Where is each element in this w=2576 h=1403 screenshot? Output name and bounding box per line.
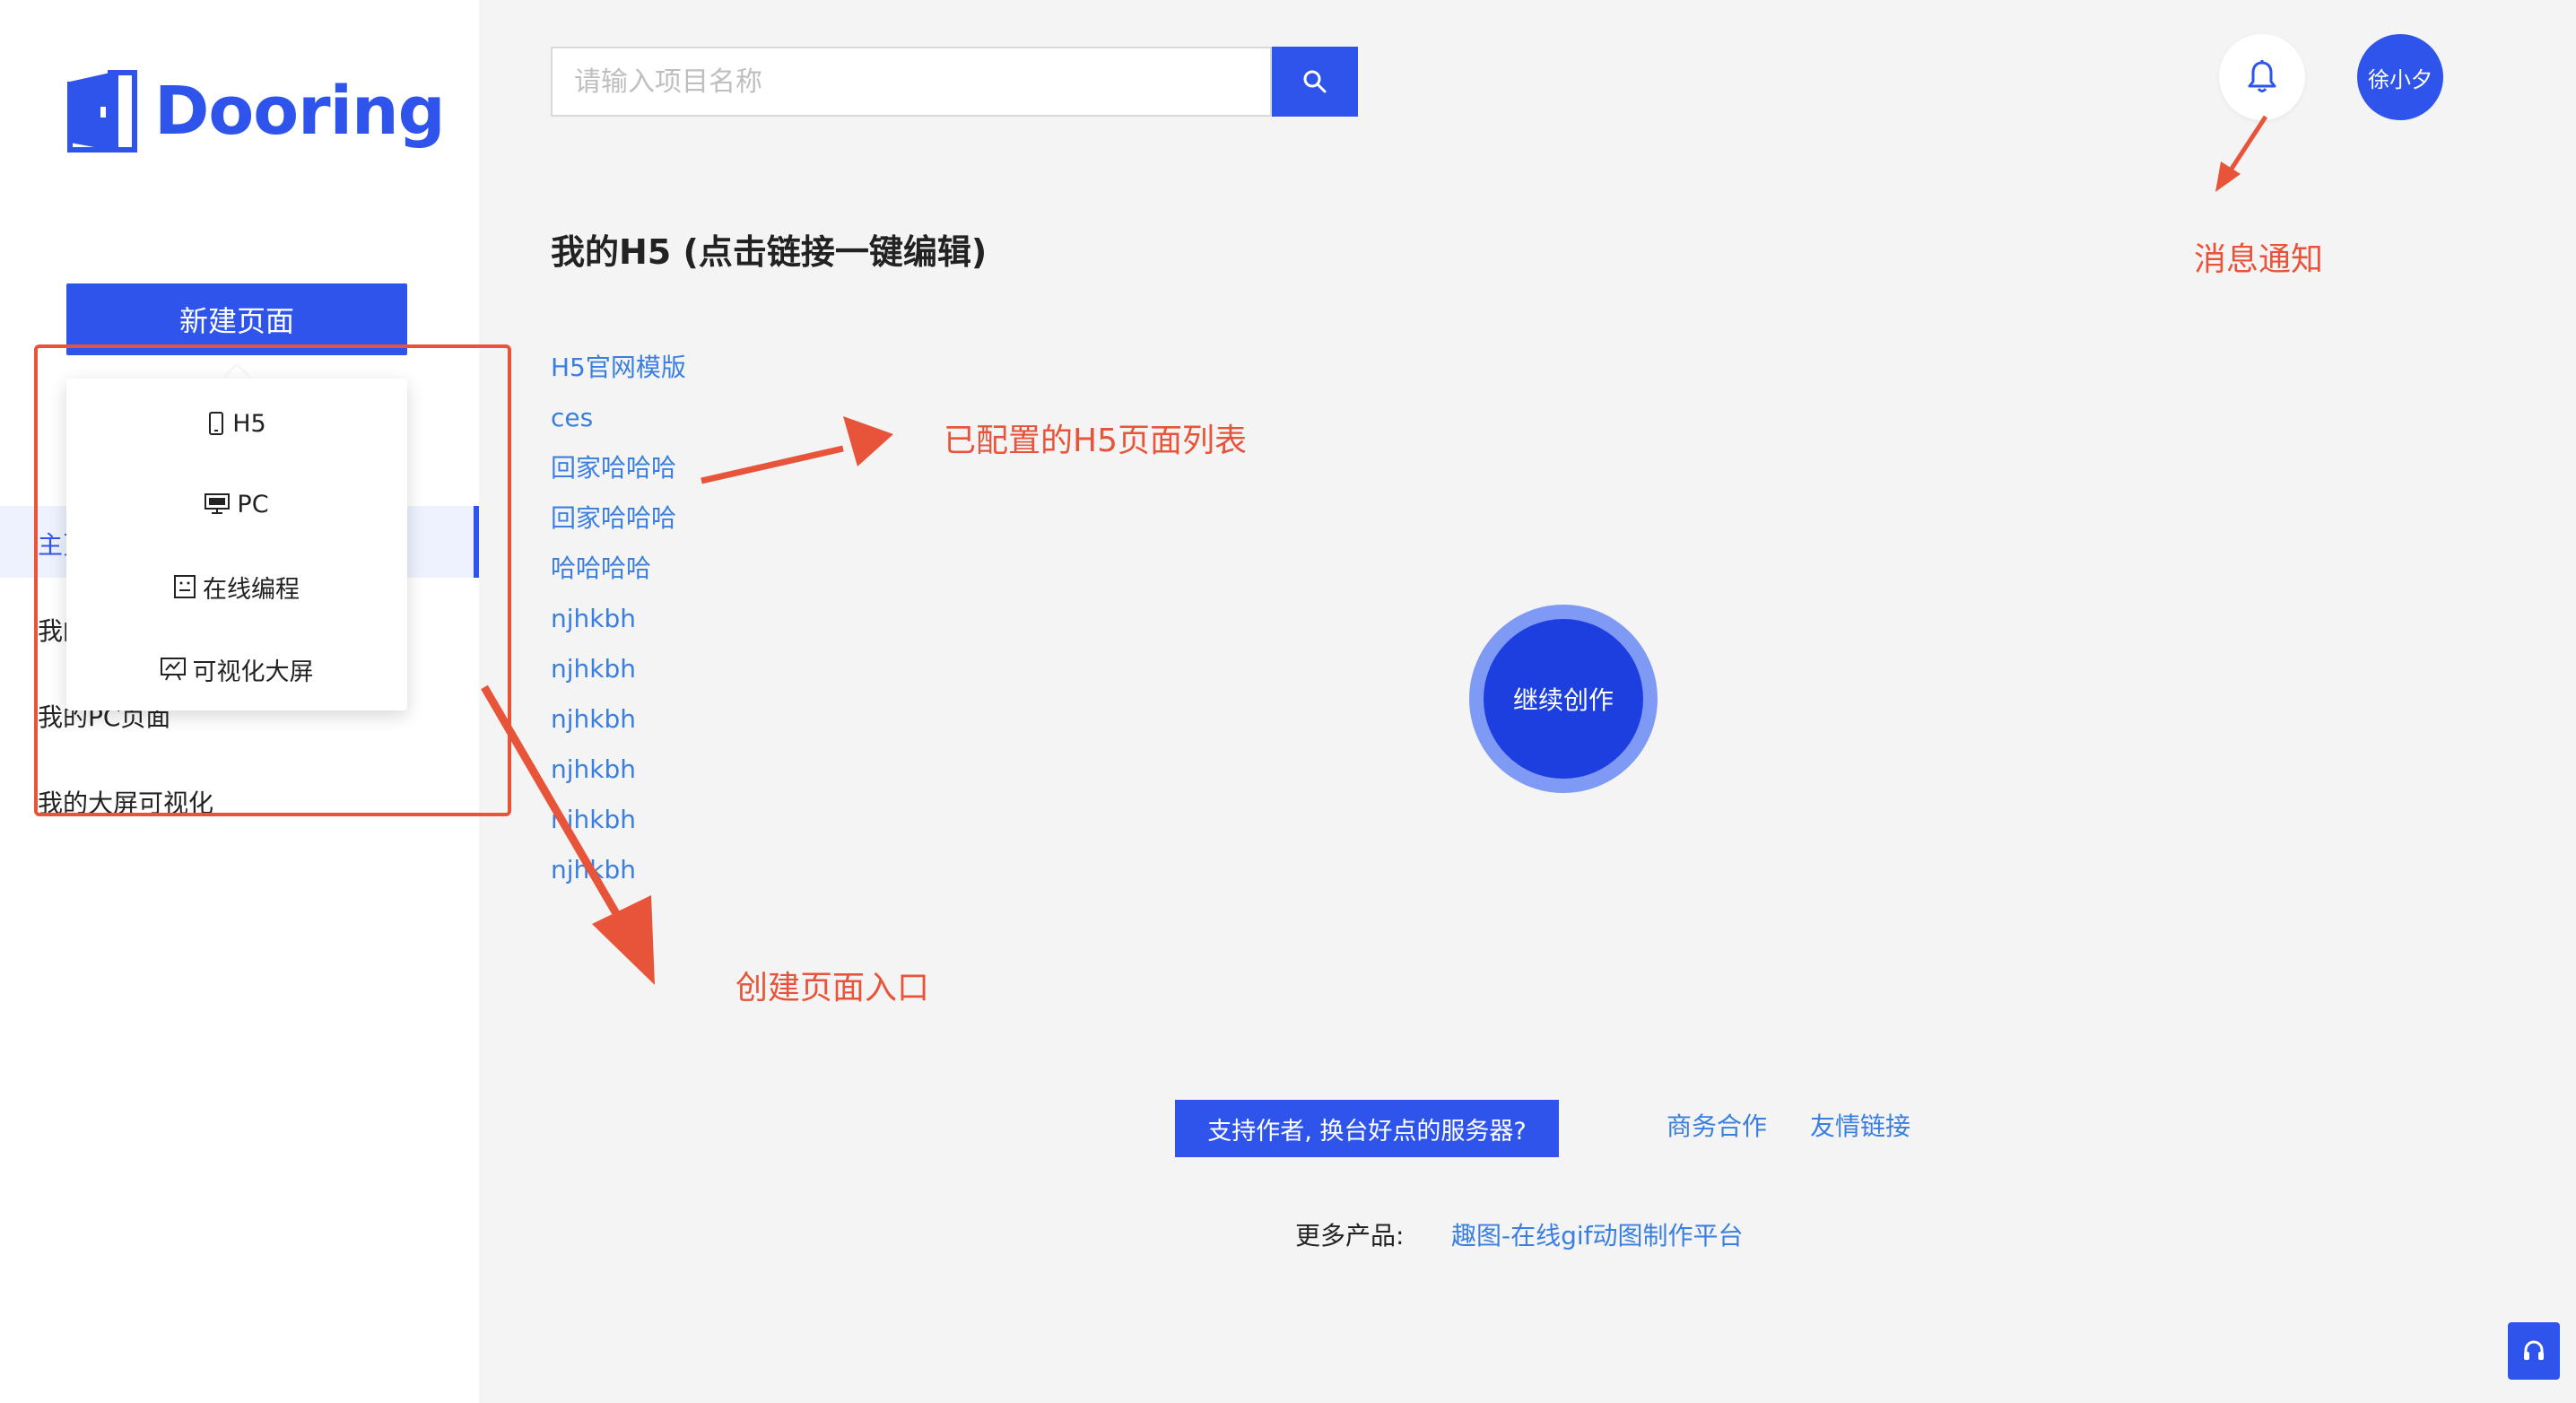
page-list-arrow (701, 416, 893, 484)
create-entry-annotation: 创建页面入口 (735, 970, 930, 1006)
business-link[interactable]: 商务合作 (1667, 1107, 1767, 1143)
page-link[interactable]: njhkbh (551, 594, 686, 644)
search-input[interactable] (551, 47, 1272, 117)
page-link[interactable]: 回家哈哈哈 (551, 493, 686, 544)
notification-annotation: 消息通知 (2194, 241, 2324, 278)
create-entry-annotation-box (34, 344, 511, 816)
friend-links-link[interactable]: 友情链接 (1810, 1107, 1910, 1143)
headset-icon (2524, 1340, 2544, 1360)
bell-icon (2248, 60, 2276, 92)
page-link[interactable]: njhkbh (551, 694, 686, 745)
more-products-label: 更多产品: (1295, 1221, 1405, 1250)
product-link[interactable]: 趣图-在线gif动图制作平台 (1451, 1216, 1744, 1252)
continue-create-button[interactable]: 继续创作 (1484, 619, 1643, 779)
page-link[interactable]: njhkbh (551, 795, 686, 845)
page-link[interactable]: njhkbh (551, 845, 686, 895)
h5-page-list: H5官网模版 ces 回家哈哈哈 回家哈哈哈 哈哈哈哈 njhkbh njhkb… (551, 343, 686, 895)
page-link[interactable]: njhkbh (551, 644, 686, 694)
page-link[interactable]: njhkbh (551, 745, 686, 795)
support-author-button[interactable]: 支持作者, 换台好点的服务器? (1175, 1100, 1559, 1157)
logo[interactable]: Dooring (65, 68, 446, 154)
search-icon (1303, 70, 1327, 93)
page-link[interactable]: 回家哈哈哈 (551, 443, 686, 493)
door-logo-icon (67, 70, 137, 152)
logo-text: Dooring (154, 73, 446, 150)
notification-arrow (2215, 115, 2268, 192)
help-button[interactable] (2508, 1322, 2560, 1380)
page-link[interactable]: H5官网模版 (551, 343, 686, 393)
page-list-annotation: 已配置的H5页面列表 (944, 423, 1247, 459)
notification-button[interactable] (2219, 34, 2305, 120)
page-title: 我的H5 (点击链接一键编辑) (551, 232, 988, 272)
user-avatar[interactable]: 徐小夕 (2357, 34, 2443, 120)
search-button[interactable] (1272, 47, 1358, 117)
page-link[interactable]: ces (551, 393, 686, 443)
page-link[interactable]: 哈哈哈哈 (551, 544, 686, 594)
